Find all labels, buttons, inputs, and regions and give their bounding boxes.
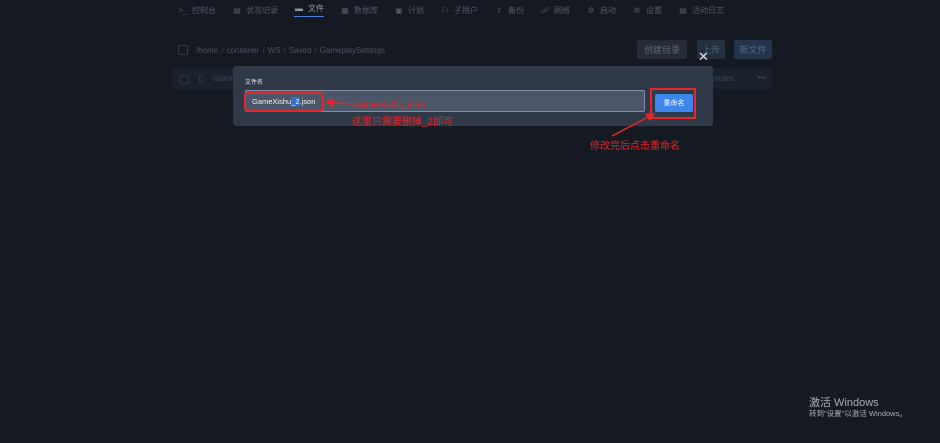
nav-label: 网络 bbox=[554, 5, 570, 15]
database-icon: ▦ bbox=[341, 5, 349, 15]
nav-item-subusers[interactable]: ⚇ 子用户 bbox=[440, 5, 478, 16]
annotation-text: 修改完后点击重命名 bbox=[590, 141, 680, 152]
gears-icon: ✲ bbox=[633, 5, 641, 15]
annotation-input-highlight bbox=[244, 92, 324, 112]
annotation-text: 这里只需要删掉_2即可 bbox=[352, 117, 454, 128]
calendar-icon: ▣ bbox=[395, 5, 403, 15]
folder-icon: ▬ bbox=[295, 4, 303, 13]
nav-item-schedule[interactable]: ▣ 计划 bbox=[394, 5, 424, 16]
list-icon: ▤ bbox=[233, 5, 241, 15]
nav-label: 计划 bbox=[408, 5, 424, 15]
nav-label: 数据库 bbox=[354, 5, 378, 15]
filename-label: 文件名 bbox=[245, 80, 264, 86]
file-checkbox[interactable] bbox=[180, 75, 189, 84]
annotation-button-highlight bbox=[650, 88, 696, 119]
nav-item-database[interactable]: ▦ 数据库 bbox=[340, 5, 378, 16]
select-all-checkbox[interactable] bbox=[178, 45, 188, 55]
new-file-button[interactable]: 新文件 bbox=[734, 40, 772, 59]
breadcrumb: /home / container / WS / Saved / Gamepla… bbox=[178, 41, 385, 59]
annotation-text: GameXishu.json bbox=[352, 100, 426, 111]
breadcrumb-separator: / bbox=[262, 45, 265, 55]
nav-item-settings[interactable]: ✲ 设置 bbox=[632, 5, 662, 16]
terminal-icon: >_ bbox=[178, 5, 188, 15]
nav-item-status-log[interactable]: ▤ 状态记录 bbox=[232, 5, 278, 16]
create-directory-button[interactable]: 创建目录 bbox=[637, 40, 687, 59]
file-name: Game bbox=[213, 74, 235, 83]
nav-label: 启动 bbox=[600, 5, 616, 15]
breadcrumb-item[interactable]: WS bbox=[268, 46, 281, 55]
breadcrumb-item[interactable]: container bbox=[226, 46, 259, 55]
activation-watermark-subtitle: 转到"设置"以激活 Windows。 bbox=[809, 409, 907, 418]
breadcrumb-item[interactable]: Saved bbox=[289, 46, 312, 55]
log-icon: ▤ bbox=[679, 5, 687, 15]
nav-label: 控制台 bbox=[192, 5, 216, 15]
network-icon: ☍ bbox=[540, 5, 550, 15]
nav-item-backup[interactable]: ⇪ 备份 bbox=[494, 5, 524, 16]
more-options-icon[interactable]: ••• bbox=[758, 73, 766, 82]
nav-item-console[interactable]: >_ 控制台 bbox=[178, 5, 216, 16]
backup-icon: ⇪ bbox=[495, 5, 503, 15]
nav-item-activity-log[interactable]: ▤ 活动日志 bbox=[678, 5, 724, 16]
nav-item-network[interactable]: ☍ 网络 bbox=[540, 5, 570, 16]
nav-label: 子用户 bbox=[454, 5, 478, 15]
breadcrumb-separator: / bbox=[221, 45, 224, 55]
nav-label: 状态记录 bbox=[246, 5, 278, 15]
nav-label: 活动日志 bbox=[692, 5, 724, 15]
gear-icon: ✲ bbox=[587, 5, 595, 15]
nav-label: 备份 bbox=[508, 5, 524, 15]
nav-label: 文件 bbox=[308, 4, 324, 13]
nav-label: 设置 bbox=[646, 5, 662, 15]
breadcrumb-separator: / bbox=[283, 45, 286, 55]
file-icon: ▯ bbox=[198, 73, 203, 83]
breadcrumb-item[interactable]: /home bbox=[196, 46, 218, 55]
breadcrumb-separator: / bbox=[314, 45, 317, 55]
nav-item-files[interactable]: ▬ 文件 bbox=[294, 3, 324, 17]
users-icon: ⚇ bbox=[441, 5, 449, 15]
top-nav: >_ 控制台 ▤ 状态记录 ▬ 文件 ▦ 数据库 ▣ 计划 ⚇ 子用户 ⇪ 备份 ☍ 网络 ✲ 启… bbox=[0, 0, 940, 20]
close-icon[interactable]: ✕ bbox=[698, 50, 709, 63]
breadcrumb-item: GameplaySettings bbox=[319, 45, 386, 55]
file-modified: nutes bbox=[714, 74, 734, 83]
nav-item-startup[interactable]: ✲ 启动 bbox=[586, 5, 616, 16]
